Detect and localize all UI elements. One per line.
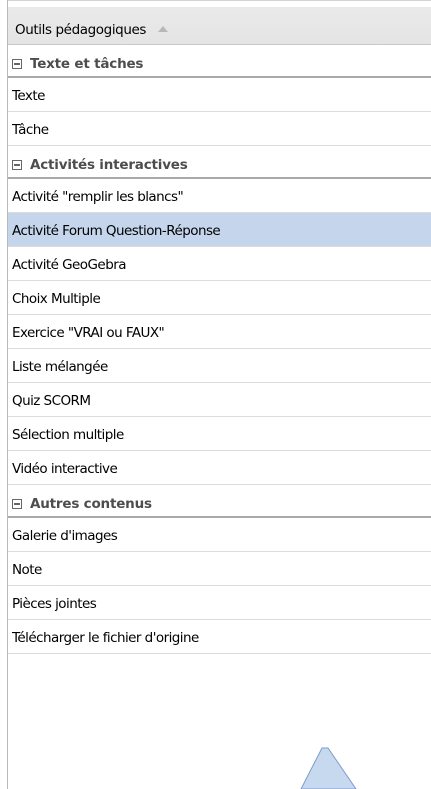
callout-pointer: [300, 747, 357, 789]
